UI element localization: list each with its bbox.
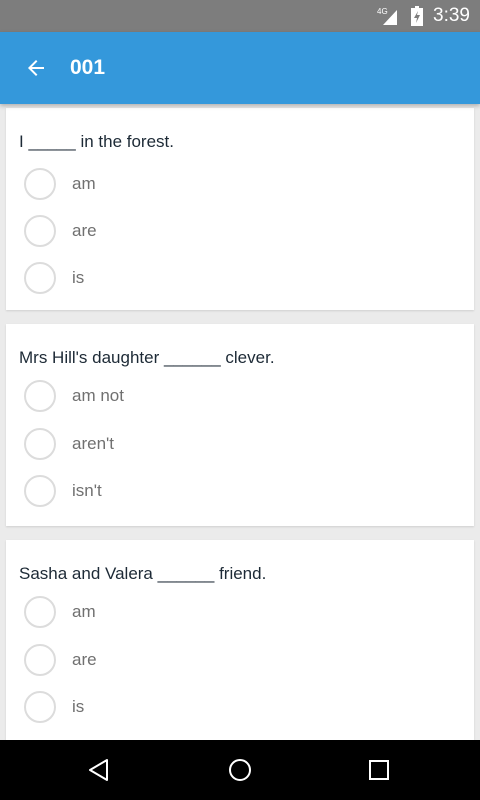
answer-option[interactable]: isn't <box>24 471 454 511</box>
nav-home-button[interactable] <box>220 750 260 790</box>
question-card-2: Mrs Hill's daughter ______ clever. am no… <box>6 324 474 526</box>
page-title: 001 <box>70 56 106 79</box>
option-label: am <box>72 602 96 621</box>
radio-button[interactable] <box>24 644 56 676</box>
radio-button[interactable] <box>24 428 56 460</box>
option-label: am not <box>72 386 124 405</box>
option-label: aren't <box>72 434 114 453</box>
answer-option[interactable]: am <box>24 164 454 204</box>
status-icons: 4G 3:39 <box>377 0 470 32</box>
status-bar: 4G 3:39 <box>0 0 480 32</box>
battery-icon <box>411 6 424 26</box>
option-label: is <box>72 697 85 716</box>
option-label: are <box>72 221 97 240</box>
nav-back-icon <box>89 759 108 781</box>
question-text: Sasha and Valera ______ friend. <box>19 564 267 583</box>
back-button[interactable] <box>16 48 56 88</box>
question-text: Mrs Hill's daughter ______ clever. <box>19 348 275 367</box>
arrow-back-icon <box>28 60 44 76</box>
question-card-3: Sasha and Valera ______ friend. am are i… <box>6 540 474 740</box>
radio-button[interactable] <box>24 475 56 507</box>
question-card-1: I _____ in the forest. am are is <box>6 108 474 310</box>
answer-option[interactable]: is <box>24 687 454 727</box>
option-label: is <box>72 268 85 287</box>
status-time: 3:39 <box>433 5 470 26</box>
nav-back-button[interactable] <box>79 750 119 790</box>
answer-option[interactable]: are <box>24 211 454 251</box>
signal-icon: 4G <box>377 6 403 26</box>
radio-button[interactable] <box>24 596 56 628</box>
answer-option[interactable]: aren't <box>24 424 454 464</box>
radio-button[interactable] <box>24 215 56 247</box>
question-text: I _____ in the forest. <box>19 132 174 151</box>
radio-button[interactable] <box>24 168 56 200</box>
network-type-label: 4G <box>377 7 388 16</box>
answer-option[interactable]: are <box>24 640 454 680</box>
answer-option[interactable]: am <box>24 592 454 632</box>
option-label: am <box>72 174 96 193</box>
option-label: are <box>72 650 97 669</box>
option-label: isn't <box>72 481 102 500</box>
app-bar: 001 <box>0 32 480 104</box>
radio-button[interactable] <box>24 262 56 294</box>
nav-recents-icon <box>369 760 389 780</box>
nav-home-icon <box>229 759 251 781</box>
nav-recents-button[interactable] <box>359 750 399 790</box>
radio-button[interactable] <box>24 380 56 412</box>
answer-option[interactable]: is <box>24 258 454 298</box>
radio-button[interactable] <box>24 691 56 723</box>
navigation-bar <box>0 740 480 800</box>
question-list: I _____ in the forest. am are is Mrs Hil… <box>0 104 480 740</box>
answer-option[interactable]: am not <box>24 376 454 416</box>
